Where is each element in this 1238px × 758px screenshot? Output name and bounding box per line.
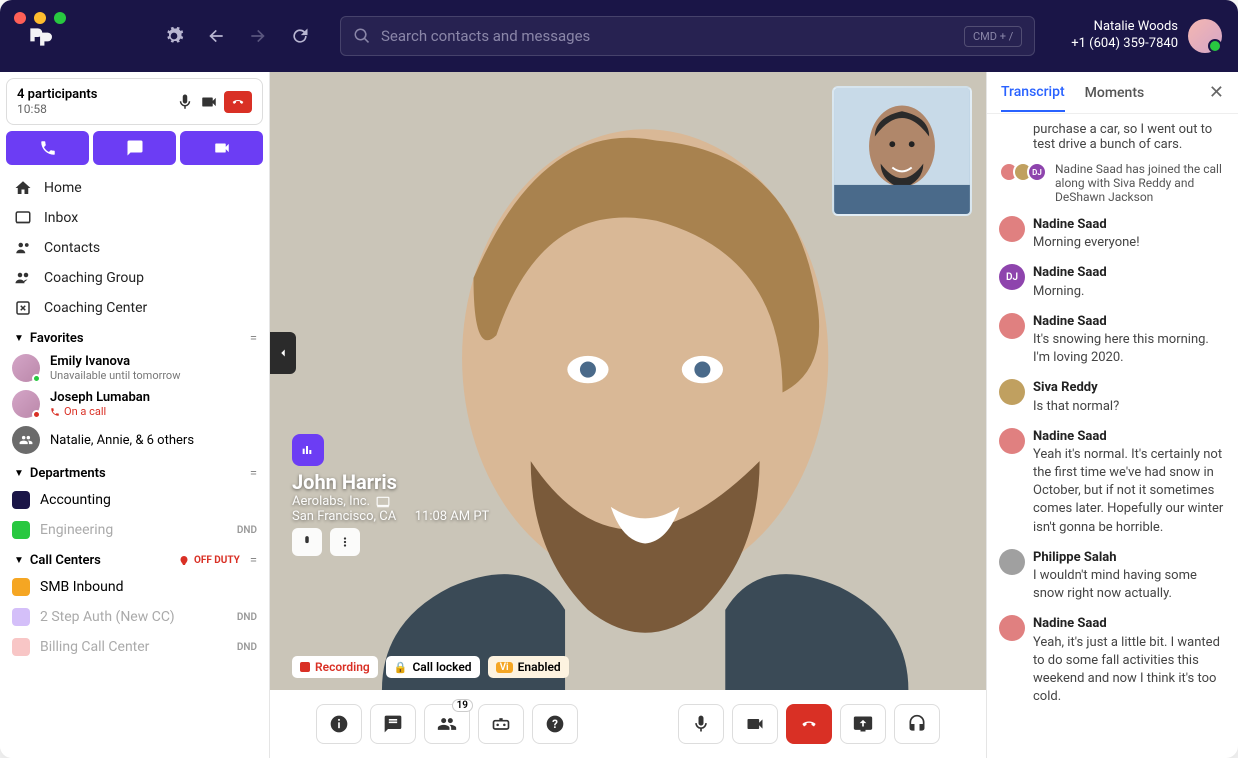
video-button[interactable] xyxy=(180,131,263,165)
nav-inbox[interactable]: Inbox xyxy=(0,203,269,233)
department-item[interactable]: Accounting xyxy=(0,485,269,515)
call-toolbar: 19 ? xyxy=(270,690,986,758)
transcript-message: Nadine SaadYeah, it's just a little bit.… xyxy=(999,615,1226,706)
vi-pill: ViEnabled xyxy=(488,656,569,678)
nav-contacts[interactable]: Contacts xyxy=(0,233,269,263)
caller-info: John Harris Aerolabs, Inc. San Francisco… xyxy=(292,470,489,524)
video-icon[interactable] xyxy=(200,93,218,111)
user-phone: +1 (604) 359-7840 xyxy=(1071,36,1178,53)
nav-group[interactable]: Coaching Group xyxy=(0,263,269,293)
dialpad-button[interactable] xyxy=(478,704,524,744)
settings-icon[interactable] xyxy=(164,26,184,46)
window-controls[interactable] xyxy=(14,12,66,24)
headset-button[interactable] xyxy=(894,704,940,744)
svg-text:?: ? xyxy=(552,717,558,731)
departments-header[interactable]: ▼Departments = xyxy=(0,458,269,485)
back-icon[interactable] xyxy=(206,26,226,46)
vi-badge xyxy=(292,434,324,466)
transcript-message: DJNadine SaadMorning. xyxy=(999,264,1226,300)
caller-mic-button[interactable] xyxy=(292,528,322,556)
hangup-button[interactable] xyxy=(786,704,832,744)
tab-transcript[interactable]: Transcript xyxy=(1001,84,1065,112)
favorite-item[interactable]: Joseph LumabanOn a call xyxy=(0,386,269,422)
video-area: John Harris Aerolabs, Inc. San Francisco… xyxy=(270,72,986,690)
callcenter-item[interactable]: 2 Step Auth (New CC)DND xyxy=(0,602,269,632)
favorite-item[interactable]: Emily IvanovaUnavailable until tomorrow xyxy=(0,350,269,386)
header: CMD + / Natalie Woods +1 (604) 359-7840 xyxy=(0,0,1238,72)
nav-center[interactable]: Coaching Center xyxy=(0,293,269,323)
department-item[interactable]: EngineeringDND xyxy=(0,515,269,545)
message-button[interactable] xyxy=(93,131,176,165)
callcenter-item[interactable]: SMB Inbound xyxy=(0,572,269,602)
brand-logo xyxy=(26,24,52,56)
avatar xyxy=(1188,19,1222,53)
transcript-message: Nadine SaadYeah it's normal. It's certai… xyxy=(999,428,1226,537)
transcript-message: Nadine SaadMorning everyone! xyxy=(999,216,1226,252)
off-duty-badge: OFF DUTY xyxy=(178,555,240,567)
transcript-message: Philippe SalahI wouldn't mind having som… xyxy=(999,549,1226,604)
search-icon xyxy=(353,27,371,45)
transcript-message: Nadine SaadIt's snowing here this mornin… xyxy=(999,313,1226,368)
chat-button[interactable] xyxy=(370,704,416,744)
main: John Harris Aerolabs, Inc. San Francisco… xyxy=(270,72,986,758)
call-button[interactable] xyxy=(6,131,89,165)
recording-pill: Recording xyxy=(292,656,378,678)
refresh-icon[interactable] xyxy=(290,26,310,46)
help-button[interactable]: ? xyxy=(532,704,578,744)
user-name: Natalie Woods xyxy=(1071,19,1178,36)
nav-home[interactable]: Home xyxy=(0,173,269,203)
end-call-button[interactable] xyxy=(224,91,252,113)
sidebar: 4 participants 10:58 HomeInboxContactsCo… xyxy=(0,72,270,758)
current-user[interactable]: Natalie Woods +1 (604) 359-7840 xyxy=(1071,19,1222,53)
forward-icon xyxy=(248,26,268,46)
close-icon[interactable]: ✕ xyxy=(1209,82,1224,113)
tab-moments[interactable]: Moments xyxy=(1085,85,1145,111)
info-button[interactable] xyxy=(316,704,362,744)
camera-button[interactable] xyxy=(732,704,778,744)
collapse-sidebar-button[interactable] xyxy=(270,332,296,374)
favorites-header[interactable]: ▼Favorites = xyxy=(0,323,269,350)
active-call-card[interactable]: 4 participants 10:58 xyxy=(6,78,263,125)
caller-more-button[interactable] xyxy=(330,528,360,556)
mic-icon[interactable] xyxy=(176,93,194,111)
shortcut-badge: CMD + / xyxy=(964,26,1022,47)
search-input[interactable]: CMD + / xyxy=(340,16,1035,56)
transcript-panel: Transcript Moments ✕ purchase a car, so … xyxy=(986,72,1238,758)
pip-video[interactable] xyxy=(832,86,972,216)
participants-button[interactable]: 19 xyxy=(424,704,470,744)
mute-button[interactable] xyxy=(678,704,724,744)
transcript-message: Siva ReddyIs that normal? xyxy=(999,379,1226,415)
locked-pill: 🔒Call locked xyxy=(386,656,480,678)
join-event: DJNadine Saad has joined the call along … xyxy=(999,162,1226,204)
callcenter-item[interactable]: Billing Call CenterDND xyxy=(0,632,269,662)
screenshare-button[interactable] xyxy=(840,704,886,744)
callcenters-header[interactable]: ▼Call Centers OFF DUTY = xyxy=(0,545,269,572)
group-item[interactable]: Natalie, Annie, & 6 others xyxy=(0,422,269,458)
